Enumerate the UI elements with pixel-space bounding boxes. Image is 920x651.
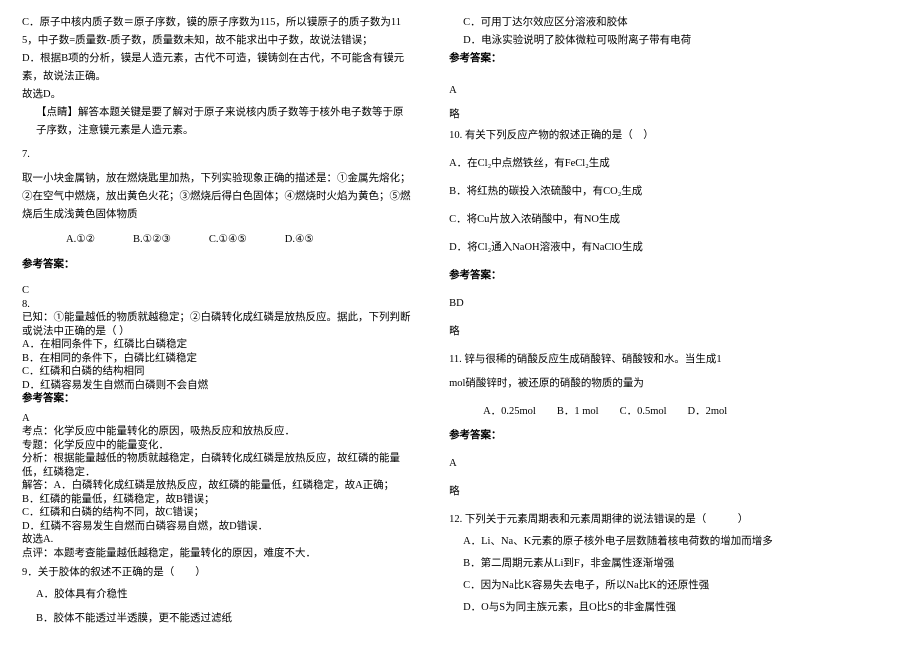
explain-dianjing: 【点睛】解答本题关键是要了解对于原子来说核内质子数等于核外电子数等于原子序数，注… xyxy=(22,104,413,140)
ex-kaodian: 考点：化学反应中能量转化的原因，吸热反应和放热反应． xyxy=(22,425,413,439)
q10-body: 10. 有关下列反应产物的叙述正确的是（ ） xyxy=(449,127,898,145)
q12-option-c: C．因为Na比K容易失去电子，所以Na比K的还原性强 xyxy=(449,577,898,595)
q9-option-c: C．可用丁达尔效应区分溶液和胶体 xyxy=(449,14,898,32)
q7-option-d: D.④⑤ xyxy=(285,230,314,250)
q9-body: 9．关于胶体的叙述不正确的是（ ） xyxy=(22,564,413,582)
q8-option-b: B．在相同的条件下，白磷比红磷稳定 xyxy=(22,352,413,366)
ex-a: 解答：A．白磷转化成红磷是放热反应，故红磷的能量低，红磷稳定，故A正确； xyxy=(22,479,413,493)
ex-comment: 点评：本题考查能量越低越稳定，能量转化的原因，难度不大． xyxy=(22,547,413,561)
answer-label-9: 参考答案： xyxy=(449,50,898,68)
q12-option-d: D．O与S为同主族元素，且O比S的非金属性强 xyxy=(449,599,898,617)
q12-option-a: A．Li、Na、K元素的原子核外电子层数随着核电荷数的增加而增多 xyxy=(449,533,898,551)
q7-option-c: C.①④⑤ xyxy=(209,230,247,250)
answer-label-10: 参考答案： xyxy=(449,267,898,285)
ex-d: D．红磷不容易发生自燃而白磷容易自燃，故D错误． xyxy=(22,520,413,534)
answer-label-11: 参考答案： xyxy=(449,427,898,445)
answer-9: A xyxy=(449,84,898,98)
answer-10: BD xyxy=(449,295,898,313)
ex-fenxi: 分析：根据能量越低的物质就越稳定，白磷转化成红磷是放热反应，故红磷的能量低，红磷… xyxy=(22,452,413,479)
explain-select: 故选D。 xyxy=(22,86,413,104)
q12-option-b: B．第二周期元素从Li到F，非金属性逐渐增强 xyxy=(449,555,898,573)
answer-label-8: 参考答案： xyxy=(22,392,413,406)
explain-d: D．根据B项的分析，镆是人造元素，古代不可造，镆铸剑在古代，不可能含有镆元素，故… xyxy=(22,50,413,86)
exam-page: C．原子中核内质子数＝原子序数，镆的原子序数为115，所以镆原子的质子数为115… xyxy=(0,0,920,651)
q9-option-d: D．电泳实验说明了胶体微粒可吸附离子带有电荷 xyxy=(449,32,898,50)
q9-option-b: B．胶体不能透过半透膜，更不能透过滤纸 xyxy=(22,610,413,628)
q10-option-d: D．将Cl₂通入NaOH溶液中，有NaClO生成 xyxy=(449,239,898,257)
q7-number: 7. xyxy=(22,146,413,164)
q10-option-c: C．将Cu片放入浓硝酸中，有NO生成 xyxy=(449,211,898,229)
q9-option-a: A．胶体具有介稳性 xyxy=(22,586,413,604)
ex-select: 故选A. xyxy=(22,533,413,547)
ex-c: C．红磷和白磷的结构不同，故C错误； xyxy=(22,506,413,520)
q10-option-b: B．将红热的碳投入浓硫酸中，有CO₂生成 xyxy=(449,183,898,201)
q8-number: 8. xyxy=(22,298,413,312)
q10-option-a: A．在Cl₂中点燃铁丝，有FeCl₂生成 xyxy=(449,155,898,173)
answer-10-note: 略 xyxy=(449,323,898,341)
q7-option-b: B.①②③ xyxy=(133,230,171,250)
q8-body: 已知：①能量越低的物质就越稳定；②白磷转化成红磷是放热反应。据此，下列判断或说法… xyxy=(22,311,413,338)
q11-options: A．0.25mol B．1 mol C．0.5mol D．2mol xyxy=(449,403,898,421)
q7-body: 取一小块金属钠，放在燃烧匙里加热，下列实验现象正确的描述是：①金属先熔化；②在空… xyxy=(22,170,413,224)
answer-label-7: 参考答案： xyxy=(22,256,413,274)
ex-b: B．红磷的能量低，红磷稳定，故B错误； xyxy=(22,493,413,507)
answer-11-note: 略 xyxy=(449,483,898,501)
answer-7: C xyxy=(22,284,413,298)
q11-body-a: 11. 锌与很稀的硝酸反应生成硝酸锌、硝酸铵和水。当生成1 xyxy=(449,351,898,369)
q8-option-c: C．红磷和白磷的结构相同 xyxy=(22,365,413,379)
q12-body: 12. 下列关于元素周期表和元素周期律的说法错误的是（ ） xyxy=(449,511,898,529)
explain-c: C．原子中核内质子数＝原子序数，镆的原子序数为115，所以镆原子的质子数为115… xyxy=(22,14,413,50)
answer-9-note: 略 xyxy=(449,108,898,122)
q7-options: A.①② B.①②③ C.①④⑤ D.④⑤ xyxy=(22,230,413,250)
left-column: C．原子中核内质子数＝原子序数，镆的原子序数为115，所以镆原子的质子数为115… xyxy=(22,14,431,637)
q11-body-b: mol硝酸锌时，被还原的硝酸的物质的量为 xyxy=(449,375,898,393)
q8-option-d: D．红磷容易发生自燃而白磷则不会自燃 xyxy=(22,379,413,393)
q8-option-a: A．在相同条件下，红磷比白磷稳定 xyxy=(22,338,413,352)
q7-option-a: A.①② xyxy=(66,230,95,250)
ex-zhuanti: 专题：化学反应中的能量变化． xyxy=(22,439,413,453)
answer-11: A xyxy=(449,455,898,473)
answer-8: A xyxy=(22,412,413,426)
right-column: C．可用丁达尔效应区分溶液和胶体 D．电泳实验说明了胶体微粒可吸附离子带有电荷 … xyxy=(431,14,898,637)
